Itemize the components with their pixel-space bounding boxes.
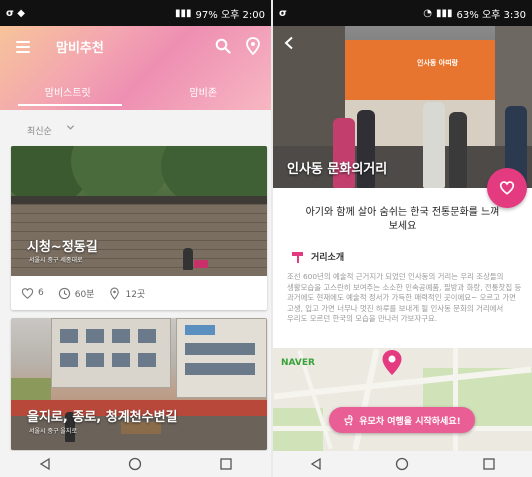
screenshot-root: σ ◆ ▮▮▮ 97% 오후 2:00 맘비추천 맘비스트릿 맘비존 최신순 시… [0, 0, 532, 477]
heart-outline-icon [499, 181, 515, 195]
signal-icon: ▮▮▮ [175, 7, 192, 19]
course-photo: 시청~정동길 서울시 중구 세종대로 [11, 146, 267, 276]
map-view[interactable]: NAVER 유모차 여행을 시작하세요! [273, 348, 532, 451]
search-icon[interactable] [215, 38, 231, 54]
heart-outline-icon[interactable] [21, 287, 34, 300]
clock-icon [58, 287, 70, 299]
course-duration: 60분 [74, 289, 95, 300]
tab-mombi-zone[interactable]: 맘비존 [136, 78, 272, 110]
app-title: 맘비추천 [56, 41, 104, 56]
android-nav-bar [0, 451, 271, 477]
back-chevron-icon[interactable] [283, 36, 295, 50]
street-tagline: 아기와 함께 살아 숨쉬는 한국 전통문화를 느껴보세요 [305, 207, 500, 232]
back-triangle-icon[interactable] [38, 457, 52, 471]
cta-label: 유모차 여행을 시작하세요! [359, 416, 461, 427]
start-stroller-tour-button[interactable]: 유모차 여행을 시작하세요! [329, 407, 475, 433]
left-phone-screen: σ ◆ ▮▮▮ 97% 오후 2:00 맘비추천 맘비스트릿 맘비존 최신순 시… [0, 0, 271, 477]
course-card[interactable]: 을지로, 종로, 청계천수변길 서울시 중구 을지로 [11, 318, 267, 450]
section-title: 거리소개 [311, 253, 345, 263]
status-bar: σ ◆ ▮▮▮ 97% 오후 2:00 [0, 0, 271, 26]
status-left-icons: σ [279, 7, 287, 19]
course-card[interactable]: 시청~정동길 서울시 중구 세종대로 6 60분 12곳 [11, 146, 267, 310]
map-brand-label: NAVER [281, 358, 315, 368]
app-bar: 맘비추천 맘비스트릿 맘비존 [0, 26, 271, 110]
tab-mombi-street[interactable]: 맘비스트릿 [0, 78, 136, 110]
recents-square-icon[interactable] [219, 457, 233, 471]
sort-dropdown[interactable]: 최신순 [27, 124, 52, 137]
back-triangle-icon[interactable] [309, 457, 323, 471]
shop-sign-text: 인사동 아띠랑 [417, 59, 459, 67]
signpost-icon [292, 251, 303, 263]
course-title: 시청~정동길 [27, 240, 98, 255]
stroller-icon [344, 414, 353, 426]
street-hero-photo: 인사동 아띠랑 인사동 문화의거리 [273, 26, 532, 188]
favorite-button[interactable] [487, 168, 527, 208]
course-meta: 6 60분 12곳 [11, 280, 267, 306]
tab-bar: 맘비스트릿 맘비존 [0, 78, 271, 110]
chevron-down-icon[interactable] [66, 123, 75, 132]
course-photo: 을지로, 종로, 청계천수변길 서울시 중구 을지로 [11, 318, 267, 450]
status-left-icons: σ ◆ [6, 7, 25, 19]
section-header: 거리소개 [291, 250, 344, 263]
status-time: 97% 오후 2:00 [195, 9, 265, 21]
course-place-count: 12곳 [125, 289, 146, 300]
like-count: 6 [38, 288, 44, 298]
right-phone-screen: σ ◔ ▮▮▮ 63% 오후 3:30 인사동 아띠랑 인사동 문화의거리 아기… [273, 0, 532, 477]
status-time: 63% 오후 3:30 [456, 9, 526, 21]
location-pin-icon[interactable] [245, 37, 261, 55]
recents-square-icon[interactable] [482, 457, 496, 471]
menu-icon[interactable] [16, 41, 30, 53]
course-address: 서울시 중구 세종대로 [29, 257, 83, 264]
signal-icon: ▮▮▮ [436, 7, 453, 19]
shop-sign: 인사동 아띠랑 [345, 40, 495, 100]
status-bar: σ ◔ ▮▮▮ 63% 오후 3:30 [273, 0, 532, 26]
alarm-icon: ◔ [423, 7, 433, 19]
street-title: 인사동 문화의거리 [287, 162, 388, 177]
street-description: 조선 600년의 예술적 근거지가 되었던 인사동의 거리는 우리 조상들의 생… [287, 272, 522, 323]
sort-bar: 최신순 [0, 110, 271, 146]
pin-outline-icon [110, 287, 120, 300]
android-nav-bar [273, 451, 532, 477]
home-circle-icon[interactable] [128, 457, 142, 471]
course-title: 을지로, 종로, 청계천수변길 [27, 410, 178, 425]
status-right: ◔ ▮▮▮ 63% 오후 3:30 [423, 6, 526, 21]
course-address: 서울시 중구 을지로 [29, 428, 77, 435]
map-marker-icon[interactable] [379, 348, 405, 376]
status-right: ▮▮▮ 97% 오후 2:00 [175, 6, 265, 21]
home-circle-icon[interactable] [395, 457, 409, 471]
